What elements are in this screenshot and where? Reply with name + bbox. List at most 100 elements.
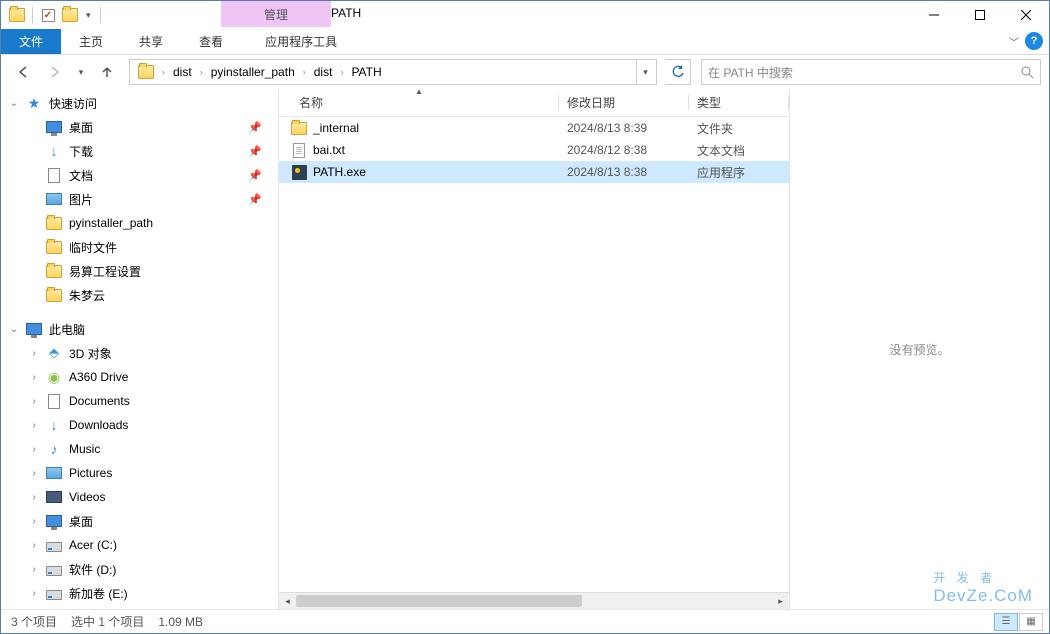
vid-icon (45, 488, 63, 506)
refresh-button[interactable] (665, 59, 691, 85)
file-row[interactable]: _internal2024/8/13 8:39文件夹 (279, 117, 789, 139)
preview-pane: 没有预览。 (789, 89, 1049, 609)
nav-item[interactable]: 桌面📌 (1, 115, 278, 139)
scroll-left-icon[interactable]: ◂ (279, 593, 296, 610)
nav-item[interactable]: 文档📌 (1, 163, 278, 187)
scroll-right-icon[interactable]: ▸ (772, 593, 789, 610)
recent-locations-dropdown[interactable]: ▾ (73, 59, 89, 85)
close-icon (1021, 10, 1031, 20)
nav-item[interactable]: 朱梦云 (1, 283, 278, 307)
address-history-dropdown[interactable]: ▾ (636, 60, 654, 84)
details-view-button[interactable]: ☰ (994, 613, 1018, 631)
col-header-name[interactable]: ▲ 名称 (279, 89, 559, 116)
app-folder-icon[interactable] (7, 5, 27, 25)
divider (32, 7, 33, 23)
nav-item[interactable]: ›Pictures (1, 461, 278, 485)
nav-item[interactable]: ›桌面 (1, 509, 278, 533)
nav-item[interactable]: ↓下载📌 (1, 139, 278, 163)
breadcrumb-seg[interactable]: pyinstaller_path (205, 61, 301, 83)
file-name-cell: bai.txt (279, 142, 559, 158)
nav-item[interactable]: 易算工程设置 (1, 259, 278, 283)
tab-share[interactable]: 共享 (121, 29, 181, 54)
expand-icon[interactable]: › (29, 468, 39, 479)
close-button[interactable] (1003, 1, 1049, 29)
horizontal-scrollbar[interactable]: ◂ ▸ (279, 592, 789, 609)
qab-properties-icon[interactable]: ✓ (38, 5, 58, 25)
nav-item[interactable]: ›♪Music (1, 437, 278, 461)
nav-item[interactable]: ›Videos (1, 485, 278, 509)
tab-home[interactable]: 主页 (61, 29, 121, 54)
address-bar[interactable]: › dist › pyinstaller_path › dist › PATH … (129, 59, 657, 85)
expand-icon[interactable]: › (29, 396, 39, 407)
col-header-type[interactable]: 类型 (689, 89, 789, 116)
expand-icon[interactable]: › (29, 540, 39, 551)
maximize-button[interactable] (957, 1, 1003, 29)
expand-icon[interactable]: › (29, 444, 39, 455)
title-bar: ✓ ▾ 管理 PATH (1, 1, 1049, 29)
file-list[interactable]: ▲ 名称 修改日期 类型 _internal2024/8/13 8:39文件夹b… (279, 89, 789, 609)
tab-app-tools[interactable]: 应用程序工具 (247, 29, 355, 54)
nav-item[interactable]: ›Acer (C:) (1, 533, 278, 557)
nav-this-pc[interactable]: ⌄ 此电脑 (1, 317, 278, 341)
ribbon-collapse-icon[interactable]: ﹀ (1009, 34, 1019, 49)
file-row[interactable]: bai.txt2024/8/12 8:38文本文档 (279, 139, 789, 161)
nav-item[interactable]: 图片📌 (1, 187, 278, 211)
nav-item[interactable]: ›↓Downloads (1, 413, 278, 437)
contextual-tab-header: 管理 (221, 1, 331, 27)
nav-item[interactable]: › 软件 (D:) (1, 557, 278, 581)
qab-new-folder-icon[interactable] (60, 5, 80, 25)
window-controls (911, 1, 1049, 29)
tab-file[interactable]: 文件 (1, 29, 61, 54)
chevron-right-icon[interactable]: › (301, 67, 308, 77)
expand-icon[interactable]: › (29, 564, 39, 575)
search-box[interactable]: 在 PATH 中搜索 (701, 59, 1041, 85)
music-icon: ♪ (45, 440, 63, 458)
expand-icon[interactable]: › (29, 372, 39, 383)
expand-icon[interactable]: › (29, 516, 39, 527)
nav-item-label: 软件 (D:) (69, 561, 116, 578)
nav-item[interactable]: ›新加卷 (E:) (1, 581, 278, 605)
chevron-right-icon[interactable]: › (198, 67, 205, 77)
chevron-right-icon[interactable]: › (160, 67, 167, 77)
nav-item-label: 3D 对象 (69, 345, 112, 362)
nav-item[interactable]: ›⬘3D 对象 (1, 341, 278, 365)
back-arrow-icon (16, 65, 30, 79)
chevron-right-icon[interactable]: › (338, 67, 345, 77)
nav-item-label: Documents (69, 394, 130, 408)
file-name: _internal (313, 121, 359, 135)
tab-view[interactable]: 查看 (181, 29, 241, 54)
breadcrumb-seg[interactable]: dist (167, 61, 198, 83)
col-label: 名称 (299, 94, 323, 111)
nav-item[interactable]: › Documents (1, 389, 278, 413)
folder-icon (291, 120, 307, 136)
expand-icon[interactable]: › (29, 588, 39, 599)
expand-icon[interactable]: › (29, 492, 39, 503)
thumbnails-view-button[interactable]: ▦ (1019, 613, 1043, 631)
exe-icon (291, 164, 307, 180)
expand-icon[interactable]: › (29, 348, 39, 359)
expand-icon[interactable]: › (29, 420, 39, 431)
expand-icon[interactable]: ⌄ (9, 324, 19, 335)
nav-quick-access[interactable]: ⌄ ★ 快速访问 (1, 91, 278, 115)
help-icon[interactable]: ? (1025, 32, 1043, 50)
divider (100, 7, 101, 23)
breadcrumb-seg[interactable]: dist (308, 61, 339, 83)
nav-item-label: 图片 (69, 191, 93, 208)
nav-item[interactable]: pyinstaller_path (1, 211, 278, 235)
file-row[interactable]: PATH.exe2024/8/13 8:38应用程序 (279, 161, 789, 183)
back-button[interactable] (9, 59, 37, 85)
qab-customize-dropdown[interactable]: ▾ (82, 10, 95, 21)
scroll-thumb[interactable] (296, 595, 582, 607)
navigation-pane[interactable]: ⌄ ★ 快速访问 桌面📌↓下载📌文档📌图片📌pyinstaller_path临时… (1, 89, 279, 609)
nav-item[interactable]: 临时文件 (1, 235, 278, 259)
col-header-date[interactable]: 修改日期 (559, 89, 689, 116)
breadcrumb-seg[interactable]: PATH (345, 61, 387, 83)
forward-button[interactable] (41, 59, 69, 85)
up-button[interactable] (93, 59, 121, 85)
minimize-button[interactable] (911, 1, 957, 29)
scroll-track[interactable] (296, 593, 772, 609)
view-mode-buttons: ☰ ▦ (994, 613, 1043, 631)
address-root-icon[interactable] (132, 61, 160, 83)
expand-icon[interactable]: ⌄ (9, 98, 19, 109)
nav-item[interactable]: ›◉A360 Drive (1, 365, 278, 389)
